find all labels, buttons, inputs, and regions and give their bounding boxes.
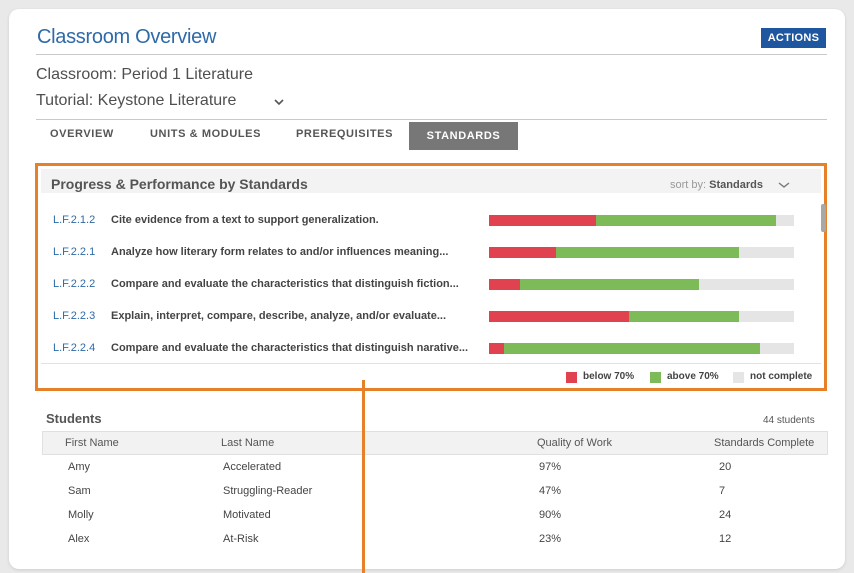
above-70-segment: [504, 343, 761, 354]
progress-bar: [489, 279, 794, 290]
student-quality-of-work: 97%: [539, 461, 562, 473]
student-last-name[interactable]: Struggling-Reader: [223, 485, 312, 497]
student-first-name[interactable]: Molly: [68, 509, 94, 521]
student-first-name[interactable]: Sam: [68, 485, 91, 497]
sort-chevron-down-icon[interactable]: [777, 180, 791, 190]
standard-row[interactable]: L.F.2.2.2 Compare and evaluate the charac…: [38, 273, 818, 299]
sort-label: sort by:: [670, 179, 707, 191]
column-last-name[interactable]: Last Name: [221, 437, 274, 449]
progress-bar: [489, 247, 794, 258]
progress-bar: [489, 215, 794, 226]
standard-code[interactable]: L.F.2.2.3: [53, 310, 95, 322]
progress-bar: [489, 343, 794, 354]
below-70-segment: [489, 247, 557, 258]
student-quality-of-work: 47%: [539, 485, 562, 497]
column-first-name[interactable]: First Name: [65, 437, 119, 449]
legend-above-swatch: [650, 372, 661, 383]
standards-panel-title: Progress & Performance by Standards: [51, 176, 308, 192]
column-quality-of-work[interactable]: Quality of Work: [537, 437, 612, 449]
student-first-name[interactable]: Alex: [68, 533, 89, 545]
student-quality-of-work: 23%: [539, 533, 562, 545]
below-70-segment: [489, 279, 520, 290]
title-divider: [36, 54, 827, 55]
above-70-segment: [629, 311, 740, 322]
student-first-name[interactable]: Amy: [68, 461, 90, 473]
tabs-divider: [36, 119, 827, 120]
legend-divider: [41, 363, 821, 364]
classroom-overview-card: Classroom Overview ACTIONS Classroom: Pe…: [9, 9, 845, 569]
legend-below-swatch: [566, 372, 577, 383]
tab-standards[interactable]: STANDARDS: [409, 122, 518, 150]
standard-row[interactable]: L.F.2.2.3 Explain, interpret, compare, de…: [38, 305, 818, 331]
standard-description: Explain, interpret, compare, describe, a…: [111, 310, 447, 322]
student-quality-of-work: 90%: [539, 509, 562, 521]
standard-row[interactable]: L.F.2.2.4 Compare and evaluate the charac…: [38, 337, 818, 363]
tab-units-modules[interactable]: UNITS & MODULES: [150, 128, 261, 140]
student-last-name[interactable]: At-Risk: [223, 533, 258, 545]
sort-value: Standards: [709, 179, 763, 191]
above-70-segment: [519, 279, 700, 290]
standards-scrollbar[interactable]: [821, 204, 826, 232]
chevron-down-icon[interactable]: [272, 95, 286, 109]
below-70-segment: [489, 215, 596, 226]
student-standards-complete: 24: [719, 509, 732, 521]
tab-overview[interactable]: OVERVIEW: [50, 128, 114, 140]
classroom-label: Classroom: Period 1 Literature: [36, 66, 253, 83]
callout-line: [362, 380, 365, 573]
student-standards-complete: 12: [719, 533, 732, 545]
above-70-segment: [556, 247, 740, 258]
student-last-name[interactable]: Motivated: [223, 509, 271, 521]
standard-description: Compare and evaluate the characteristics…: [111, 342, 469, 354]
actions-button[interactable]: ACTIONS: [761, 28, 826, 48]
tutorial-selector[interactable]: Tutorial: Keystone Literature: [36, 92, 236, 110]
sort-control[interactable]: sort by: Standards: [670, 179, 763, 191]
standard-description: Analyze how literary form relates to and…: [111, 246, 449, 258]
student-standards-complete: 7: [719, 485, 726, 497]
tab-prerequisites[interactable]: PREREQUISITES: [296, 128, 393, 140]
standard-description: Compare and evaluate the characteristics…: [111, 278, 459, 290]
page-title: Classroom Overview: [37, 26, 217, 48]
legend-above-label: above 70%: [667, 371, 719, 382]
below-70-segment: [489, 311, 630, 322]
standard-row[interactable]: L.F.2.2.1 Analyze how literary form relat…: [38, 241, 818, 267]
students-table-header: [42, 431, 828, 455]
students-count: 44 students: [763, 415, 815, 426]
legend-below-label: below 70%: [583, 371, 635, 382]
progress-bar: [489, 311, 794, 322]
column-standards-complete[interactable]: Standards Complete: [714, 437, 814, 449]
below-70-segment: [489, 343, 505, 354]
standard-row[interactable]: L.F.2.1.2 Cite evidence from a text to su…: [38, 209, 818, 235]
standards-panel-highlight: Progress & Performance by Standards sort…: [35, 163, 827, 391]
student-standards-complete: 20: [719, 461, 732, 473]
above-70-segment: [595, 215, 776, 226]
standard-description: Cite evidence from a text to support gen…: [111, 214, 379, 226]
standard-code[interactable]: L.F.2.1.2: [53, 214, 95, 226]
students-title: Students: [46, 411, 102, 426]
legend-not-complete-label: not complete: [750, 371, 813, 382]
standard-code[interactable]: L.F.2.2.1: [53, 246, 95, 258]
standard-code[interactable]: L.F.2.2.4: [53, 342, 95, 354]
legend-not-complete-swatch: [733, 372, 744, 383]
standard-code[interactable]: L.F.2.2.2: [53, 278, 95, 290]
student-last-name[interactable]: Accelerated: [223, 461, 281, 473]
